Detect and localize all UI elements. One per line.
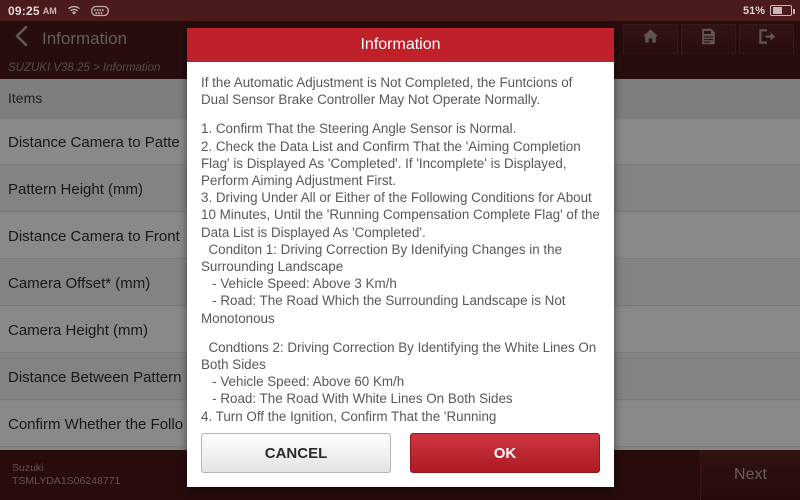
ok-button-label: OK [493, 444, 517, 462]
battery-icon [770, 5, 795, 16]
vci-connector-icon [90, 5, 109, 17]
dialog-footer: CANCEL OK [187, 431, 614, 487]
battery-percent: 51% [742, 4, 765, 17]
information-dialog: Information If the Automatic Adjustment … [187, 28, 614, 487]
dialog-header: Information [187, 28, 614, 62]
ok-button[interactable]: OK [410, 433, 600, 473]
status-bar: 09:25 AM 51% [0, 0, 800, 21]
cancel-button-label: CANCEL [264, 444, 328, 462]
cancel-button[interactable]: CANCEL [201, 433, 391, 473]
battery-fill [772, 7, 782, 14]
dialog-paragraph-steps: 1. Confirm That the Steering Angle Senso… [201, 121, 600, 326]
status-clock-ampm: AM [42, 5, 57, 16]
app-screen: 09:25 AM 51% Information SUZUKI V38.25 >… [0, 0, 800, 500]
wifi-icon [67, 5, 81, 16]
dialog-paragraph-conditions-2: Condtions 2: Driving Correction By Ident… [201, 339, 597, 424]
dialog-title: Information [360, 36, 441, 53]
status-bar-right: 51% [742, 4, 795, 17]
status-clock: 09:25 [8, 3, 40, 18]
dialog-paragraph-intro: If the Automatic Adjustment is Not Compl… [201, 75, 577, 108]
dialog-body[interactable]: If the Automatic Adjustment is Not Compl… [187, 62, 614, 431]
